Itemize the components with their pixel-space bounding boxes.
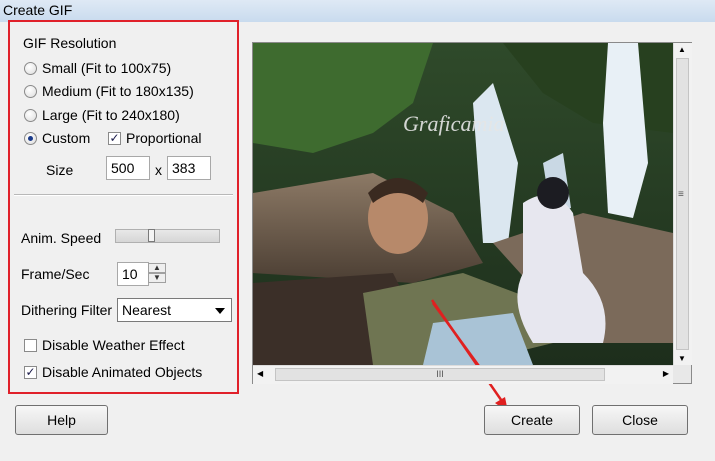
scroll-up-icon[interactable]: ▲ [678,45,686,54]
proportional-checkbox[interactable]: ✓ Proportional [108,128,202,148]
dithering-filter-select[interactable]: Nearest [117,298,232,322]
help-button[interactable]: Help [15,405,108,435]
vertical-scroll-thumb[interactable]: ≡ [676,58,689,350]
create-button[interactable]: Create [484,405,580,435]
horizontal-scrollbar[interactable]: ◀ III ▶ [253,365,673,384]
anim-speed-label: Anim. Speed [21,230,102,246]
frame-sec-spinner[interactable]: ▲ ▼ [148,263,168,285]
radio-button-icon[interactable] [24,61,37,75]
preview-image: Graficamia [252,42,692,384]
preview-scene-image: Graficamia [253,43,673,383]
radio-button-icon[interactable] [24,108,37,122]
radio-medium-label: Medium (Fit to 180x135) [42,83,194,99]
gif-resolution-group-label: GIF Resolution [23,35,117,51]
radio-custom[interactable]: Custom [24,128,90,148]
disable-weather-label: Disable Weather Effect [42,337,185,353]
radio-medium[interactable]: Medium (Fit to 180x135) [24,81,194,101]
vertical-scrollbar[interactable]: ▲ ≡ ▼ [673,43,692,365]
window-title: Create GIF [3,2,73,18]
times-label: x [155,162,162,178]
height-input[interactable]: 383 [167,156,211,180]
disable-animated-checkbox[interactable]: ✓ Disable Animated Objects [24,362,202,382]
width-input[interactable]: 500 [106,156,150,180]
dithering-filter-value: Nearest [122,302,172,318]
checkbox-checked-icon[interactable]: ✓ [108,131,121,145]
frame-sec-input[interactable]: 10 [117,262,149,286]
disable-weather-checkbox[interactable]: Disable Weather Effect [24,335,185,355]
proportional-label: Proportional [126,130,202,146]
radio-button-selected-icon[interactable] [24,131,37,145]
horizontal-scroll-thumb[interactable]: III [275,368,605,381]
divider [14,194,233,196]
radio-large[interactable]: Large (Fit to 240x180) [24,105,180,125]
size-label: Size [46,162,74,178]
radio-button-icon[interactable] [24,84,37,98]
watermark-text: Graficamia [403,111,504,136]
chevron-down-icon[interactable] [215,308,225,314]
vertical-scroll-grip: ≡ [678,189,684,200]
title-bar: Create GIF [0,0,715,22]
radio-large-label: Large (Fit to 240x180) [42,107,180,123]
scroll-left-icon[interactable]: ◀ [257,369,263,378]
settings-panel: GIF Resolution Small (Fit to 100x75) Med… [8,20,239,394]
radio-small[interactable]: Small (Fit to 100x75) [24,58,171,78]
spin-down-icon[interactable]: ▼ [148,273,166,283]
slider-thumb[interactable] [148,229,155,242]
scroll-right-icon[interactable]: ▶ [663,369,669,378]
checkbox-icon[interactable] [24,338,37,352]
radio-custom-label: Custom [42,130,91,146]
anim-speed-slider[interactable] [115,229,220,243]
scroll-down-icon[interactable]: ▼ [678,354,686,363]
scrollbar-corner [673,365,691,383]
close-button[interactable]: Close [592,405,688,435]
frame-sec-label: Frame/Sec [21,266,90,282]
disable-animated-label: Disable Animated Objects [42,364,203,380]
radio-small-label: Small (Fit to 100x75) [42,60,172,76]
dithering-filter-label: Dithering Filter [21,302,113,318]
spin-up-icon[interactable]: ▲ [148,263,166,273]
checkbox-checked-icon[interactable]: ✓ [24,365,37,379]
horizontal-scroll-grip: III [436,369,444,379]
